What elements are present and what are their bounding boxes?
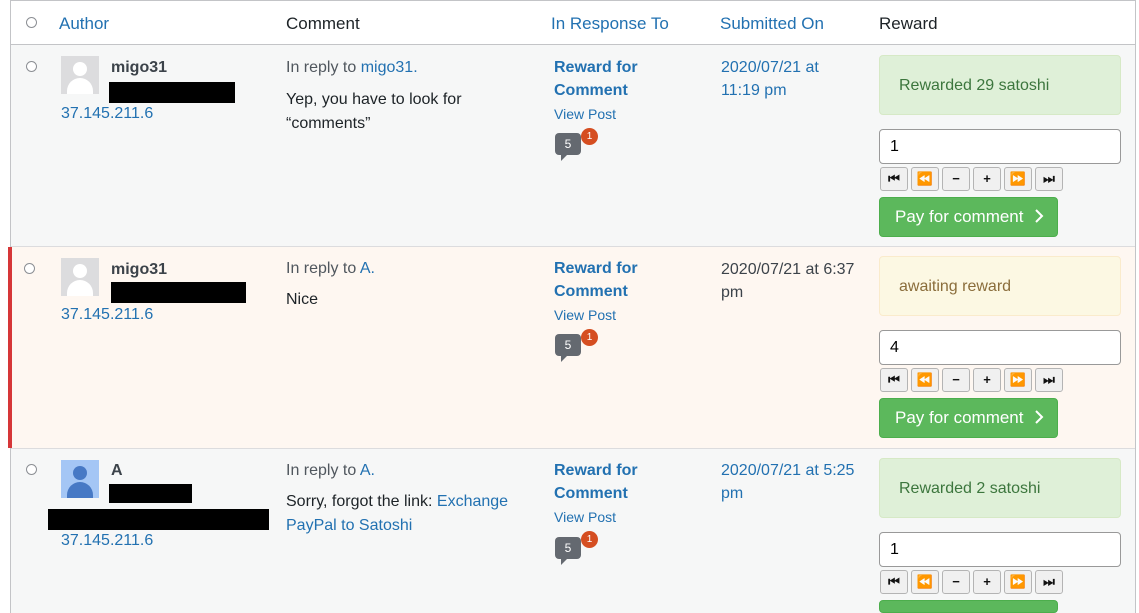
reward-status-alert: Rewarded 2 satoshi — [879, 458, 1121, 518]
decrement-icon[interactable]: − — [942, 167, 970, 191]
fast-forward-icon[interactable]: ⏩ — [1004, 570, 1032, 594]
avatar — [61, 56, 99, 94]
pending-count-badge: 1 — [581, 329, 598, 346]
redacted-name — [109, 484, 192, 503]
last-value-icon[interactable]: ⏭ — [1035, 368, 1063, 392]
response-post-title[interactable]: Reward for Comment — [554, 56, 664, 102]
redacted-email — [111, 282, 246, 303]
in-reply-to: In reply to migo31. — [286, 59, 418, 77]
author-name: A — [111, 462, 123, 479]
comments-table: Author Comment In Response To Submitted … — [8, 0, 1136, 613]
first-value-icon[interactable]: ⏮ — [880, 570, 908, 594]
author-ip-link[interactable]: 37.145.211.6 — [61, 532, 153, 550]
fast-forward-icon[interactable]: ⏩ — [1004, 167, 1032, 191]
submitted-date: 2020/07/21 at 6:37 pm — [721, 261, 855, 301]
author-ip-link[interactable]: 37.145.211.6 — [61, 105, 153, 123]
in-reply-to: In reply to A. — [286, 462, 375, 480]
column-reward: Reward — [879, 14, 938, 33]
avatar — [61, 460, 99, 498]
redacted-email — [48, 509, 269, 530]
select-all-checkbox[interactable] — [26, 17, 37, 28]
submitted-date-link[interactable]: 2020/07/21 at 11:19 pm — [721, 56, 861, 102]
column-comment: Comment — [286, 14, 360, 33]
increment-icon[interactable]: + — [973, 167, 1001, 191]
column-submitted-on[interactable]: Submitted On — [720, 14, 824, 34]
column-in-response-to[interactable]: In Response To — [551, 14, 669, 34]
fast-back-icon[interactable]: ⏪ — [911, 368, 939, 392]
column-author[interactable]: Author — [59, 14, 109, 34]
author-ip-link[interactable]: 37.145.211.6 — [61, 306, 153, 324]
pending-count-badge: 1 — [581, 531, 598, 548]
row-checkbox[interactable] — [26, 61, 37, 72]
first-value-icon[interactable]: ⏮ — [880, 167, 908, 191]
pay-for-comment-button[interactable]: Pay for comment — [879, 398, 1058, 438]
reward-amount-input[interactable] — [879, 330, 1121, 365]
table-row: migo31 37.145.211.6 In reply to A. Nice … — [8, 247, 1135, 449]
response-post-title[interactable]: Reward for Comment — [554, 459, 664, 505]
response-post-title[interactable]: Reward for Comment — [554, 257, 664, 303]
comment-count-bubble-icon[interactable]: 5 — [555, 133, 581, 161]
fast-back-icon[interactable]: ⏪ — [911, 570, 939, 594]
pending-count-badge: 1 — [581, 128, 598, 145]
comment-text: Yep, you have to look for “comments” — [286, 91, 462, 132]
pay-label: Pay for comment — [895, 207, 1024, 226]
decrement-icon[interactable]: − — [942, 368, 970, 392]
reward-amount-input[interactable] — [879, 532, 1121, 567]
decrement-icon[interactable]: − — [942, 570, 970, 594]
comment-count-bubble-icon[interactable]: 5 — [555, 334, 581, 362]
in-reply-label: In reply to — [286, 260, 357, 277]
last-value-icon[interactable]: ⏭ — [1035, 167, 1063, 191]
in-reply-link[interactable]: migo31. — [361, 59, 418, 76]
row-checkbox[interactable] — [24, 263, 35, 274]
increment-icon[interactable]: + — [973, 570, 1001, 594]
comment-count-bubble-icon[interactable]: 5 — [555, 537, 581, 565]
table-header: Author Comment In Response To Submitted … — [11, 0, 1135, 45]
reward-status-alert: Rewarded 29 satoshi — [879, 55, 1121, 115]
view-post-link[interactable]: View Post — [554, 106, 616, 122]
fast-back-icon[interactable]: ⏪ — [911, 167, 939, 191]
reward-amount-input[interactable] — [879, 129, 1121, 164]
redacted-email — [109, 82, 235, 103]
increment-icon[interactable]: + — [973, 368, 1001, 392]
table-row: A 37.145.211.6 In reply to A. Sorry, for… — [11, 449, 1135, 613]
view-post-link[interactable]: View Post — [554, 509, 616, 525]
author-name: migo31 — [111, 59, 168, 76]
last-value-icon[interactable]: ⏭ — [1035, 570, 1063, 594]
author-name: migo31 — [111, 261, 168, 278]
in-reply-link[interactable]: A. — [360, 260, 375, 277]
submitted-date-link[interactable]: 2020/07/21 at 5:25 pm — [721, 459, 861, 505]
comment-text-prefix: Sorry, forgot the link: — [286, 493, 433, 510]
in-reply-to: In reply to A. — [286, 260, 375, 278]
comment-text: Sorry, forgot the link: Exchange PayPal … — [286, 490, 526, 538]
chevron-right-icon — [1028, 408, 1044, 427]
row-checkbox[interactable] — [26, 464, 37, 475]
pay-for-comment-button[interactable] — [879, 600, 1058, 613]
view-post-link[interactable]: View Post — [554, 307, 616, 323]
chevron-right-icon — [1028, 207, 1044, 226]
in-reply-link[interactable]: A. — [360, 462, 375, 479]
pay-for-comment-button[interactable]: Pay for comment — [879, 197, 1058, 237]
fast-forward-icon[interactable]: ⏩ — [1004, 368, 1032, 392]
reward-status-alert: awaiting reward — [879, 256, 1121, 316]
avatar — [61, 258, 99, 296]
in-reply-label: In reply to — [286, 462, 357, 479]
table-row: migo31 37.145.211.6 In reply to migo31. … — [11, 45, 1135, 247]
comment-text: Nice — [286, 291, 319, 308]
in-reply-label: In reply to — [286, 59, 357, 76]
pay-label: Pay for comment — [895, 408, 1024, 427]
first-value-icon[interactable]: ⏮ — [880, 368, 908, 392]
